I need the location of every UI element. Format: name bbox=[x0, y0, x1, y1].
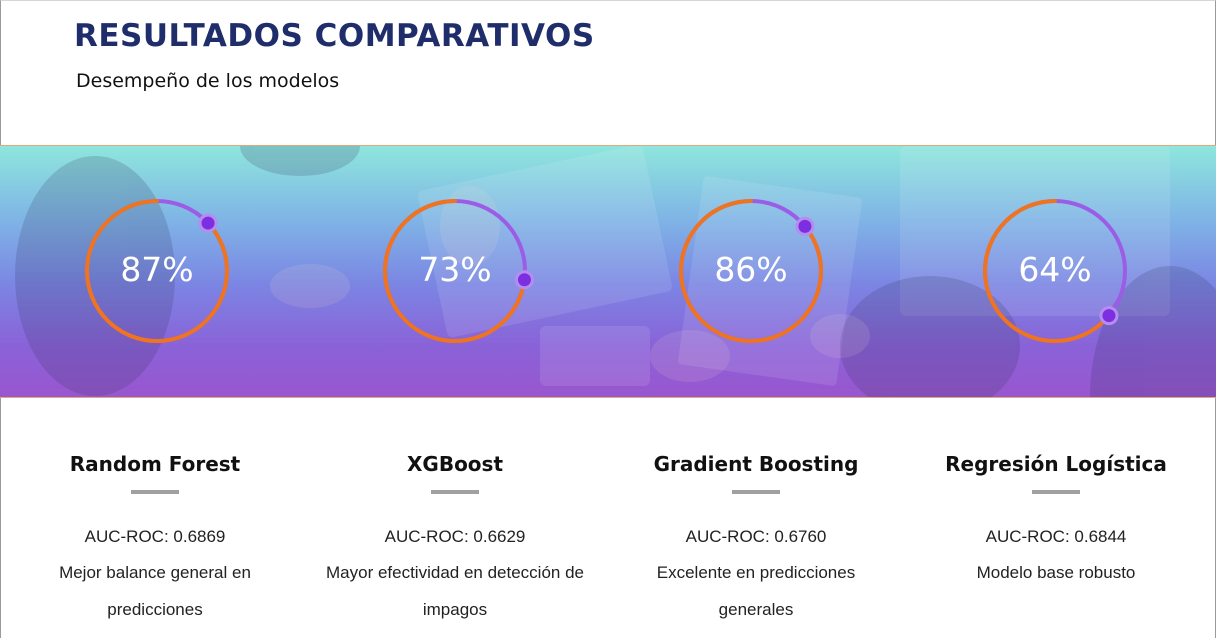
performance-banner: 87% 73% 86% 64% bbox=[0, 145, 1216, 398]
model-description: Excelente en predicciones generales bbox=[656, 563, 856, 619]
model-card-xgboost: XGBoost AUC-ROC: 0.6629 Mayor efectivida… bbox=[305, 449, 605, 628]
model-divider bbox=[732, 490, 780, 494]
gauge-value: 87% bbox=[120, 250, 194, 289]
model-divider bbox=[131, 490, 179, 494]
gauge-gradient-boosting: 86% bbox=[676, 146, 836, 397]
gauge-xgboost: 73% bbox=[380, 146, 540, 397]
model-name: XGBoost bbox=[406, 452, 504, 476]
gauge-value: 86% bbox=[714, 250, 788, 289]
gauge-regresion-logistica: 64% bbox=[980, 146, 1140, 397]
model-card-gradient-boosting: Gradient Boosting AUC-ROC: 0.6760 Excele… bbox=[606, 449, 906, 628]
model-description: Mayor efectividad en detección de impago… bbox=[326, 563, 584, 619]
gauge-value: 64% bbox=[1018, 250, 1092, 289]
model-name: Regresión Logística bbox=[945, 452, 1167, 476]
model-divider bbox=[1032, 490, 1080, 494]
page-subtitle: Desempeño de los modelos bbox=[76, 70, 340, 92]
gauge-value: 73% bbox=[418, 250, 492, 289]
model-card-random-forest: Random Forest AUC-ROC: 0.6869 Mejor bala… bbox=[5, 449, 305, 628]
model-auc: AUC-ROC: 0.6869 bbox=[84, 527, 226, 546]
model-name: Gradient Boosting bbox=[653, 452, 859, 476]
gauge-end-dot bbox=[795, 216, 815, 236]
model-auc: AUC-ROC: 0.6760 bbox=[685, 527, 827, 546]
page-title: RESULTADOS COMPARATIVOS bbox=[74, 18, 595, 54]
model-auc: AUC-ROC: 0.6844 bbox=[985, 527, 1127, 546]
model-name: Random Forest bbox=[69, 452, 241, 476]
gauge-random-forest: 87% bbox=[82, 146, 242, 397]
model-divider bbox=[431, 490, 479, 494]
model-description: Modelo base robusto bbox=[976, 563, 1136, 582]
model-auc: AUC-ROC: 0.6629 bbox=[384, 527, 526, 546]
model-card-regresion-logistica: Regresión Logística AUC-ROC: 0.6844 Mode… bbox=[906, 449, 1206, 591]
gauge-end-dot bbox=[198, 213, 218, 233]
gauge-end-dot bbox=[1099, 306, 1119, 326]
model-description: Mejor balance general en predicciones bbox=[59, 563, 251, 619]
